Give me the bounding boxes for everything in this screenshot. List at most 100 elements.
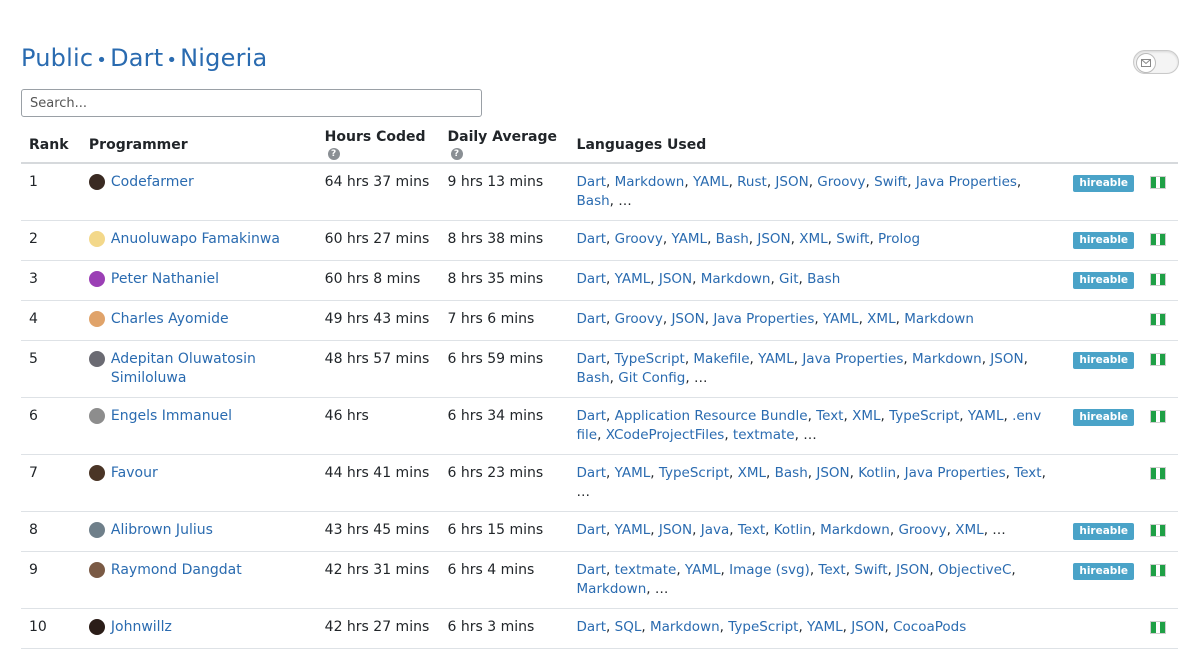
language-link[interactable]: YAML [671, 231, 707, 247]
programmer-name-link[interactable]: Engels Immanuel [111, 407, 232, 426]
language-link[interactable]: JSON [659, 522, 692, 538]
avatar[interactable] [88, 522, 105, 538]
language-link[interactable]: XML [955, 522, 983, 538]
language-link[interactable]: JSON [659, 271, 692, 287]
language-link[interactable]: Dart [577, 311, 607, 327]
language-link[interactable]: YAML [615, 271, 651, 287]
language-link[interactable]: Java Properties [916, 174, 1017, 190]
language-link[interactable]: Java Properties [905, 465, 1006, 481]
language-link[interactable]: TypeScript [615, 351, 685, 367]
language-link[interactable]: Text [818, 562, 845, 578]
language-link[interactable]: Git [779, 271, 799, 287]
language-link[interactable]: Bash [807, 271, 840, 287]
language-link[interactable]: ObjectiveC [938, 562, 1011, 578]
language-link[interactable]: Markdown [615, 174, 685, 190]
programmer-name-link[interactable]: Adepitan Oluwatosin Similoluwa [111, 350, 309, 388]
help-icon[interactable]: ? [450, 148, 463, 160]
language-link[interactable]: Bash [577, 370, 610, 386]
programmer-name-link[interactable]: Raymond Dangdat [111, 561, 242, 580]
language-link[interactable]: TypeScript [728, 619, 798, 635]
language-link[interactable]: Dart [577, 619, 607, 635]
language-link[interactable]: YAML [823, 311, 859, 327]
language-link[interactable]: TypeScript [889, 408, 959, 424]
language-link[interactable]: JSON [775, 174, 808, 190]
language-link[interactable]: Image (svg) [729, 562, 810, 578]
language-link[interactable]: Swift [836, 231, 869, 247]
language-link[interactable]: JSON [816, 465, 849, 481]
language-link[interactable]: Groovy [898, 522, 946, 538]
language-link[interactable]: Git Config [618, 370, 685, 386]
language-link[interactable]: Text [738, 522, 765, 538]
avatar[interactable] [88, 619, 105, 635]
language-link[interactable]: Bash [775, 465, 808, 481]
language-link[interactable]: Bash [716, 231, 749, 247]
language-link[interactable]: Dart [577, 231, 607, 247]
language-link[interactable]: JSON [851, 619, 884, 635]
programmer-name-link[interactable]: Johnwillz [111, 618, 172, 637]
language-link[interactable]: YAML [685, 562, 721, 578]
language-link[interactable]: YAML [693, 174, 729, 190]
language-link[interactable]: Prolog [878, 231, 920, 247]
language-link[interactable]: Markdown [577, 581, 647, 597]
language-link[interactable]: Markdown [912, 351, 982, 367]
language-link[interactable]: Application Resource Bundle [615, 408, 808, 424]
programmer-name-link[interactable]: Peter Nathaniel [111, 270, 219, 289]
language-link[interactable]: YAML [758, 351, 794, 367]
language-link[interactable]: Dart [577, 465, 607, 481]
language-link[interactable]: textmate [615, 562, 677, 578]
language-link[interactable]: JSON [671, 311, 704, 327]
language-link[interactable]: SQL [615, 619, 642, 635]
programmer-name-link[interactable]: Anuoluwapo Famakinwa [111, 230, 280, 249]
language-link[interactable]: textmate [733, 427, 795, 443]
language-link[interactable]: YAML [968, 408, 1004, 424]
help-icon[interactable]: ? [327, 148, 340, 160]
search-input[interactable] [21, 89, 482, 117]
email-toggle[interactable] [1133, 50, 1179, 74]
language-link[interactable]: Groovy [817, 174, 865, 190]
language-link[interactable]: Java Properties [802, 351, 903, 367]
language-link[interactable]: Text [1014, 465, 1041, 481]
avatar[interactable] [88, 271, 105, 287]
language-link[interactable]: Text [816, 408, 843, 424]
language-link[interactable]: Markdown [650, 619, 720, 635]
language-link[interactable]: Java [701, 522, 730, 538]
language-link[interactable]: Rust [737, 174, 767, 190]
breadcrumb-country[interactable]: Nigeria [180, 44, 267, 72]
language-link[interactable]: Makefile [693, 351, 749, 367]
language-link[interactable]: XML [738, 465, 766, 481]
avatar[interactable] [88, 311, 105, 327]
language-link[interactable]: JSON [757, 231, 790, 247]
language-link[interactable]: Markdown [701, 271, 771, 287]
language-link[interactable]: YAML [615, 465, 651, 481]
avatar[interactable] [88, 231, 105, 247]
language-link[interactable]: Java Properties [713, 311, 814, 327]
language-link[interactable]: Markdown [904, 311, 974, 327]
language-link[interactable]: XML [799, 231, 827, 247]
programmer-name-link[interactable]: Favour [111, 464, 158, 483]
language-link[interactable]: TypeScript [659, 465, 729, 481]
language-link[interactable]: Swift [854, 562, 887, 578]
language-link[interactable]: Groovy [615, 231, 663, 247]
language-link[interactable]: Dart [577, 522, 607, 538]
language-link[interactable]: Kotlin [774, 522, 812, 538]
language-link[interactable]: Dart [577, 408, 607, 424]
breadcrumb-public[interactable]: Public [21, 44, 93, 72]
programmer-name-link[interactable]: Alibrown Julius [111, 521, 213, 540]
language-link[interactable]: Bash [577, 193, 610, 209]
language-link[interactable]: Markdown [820, 522, 890, 538]
language-link[interactable]: Dart [577, 271, 607, 287]
language-link[interactable]: CocoaPods [893, 619, 966, 635]
programmer-name-link[interactable]: Charles Ayomide [111, 310, 229, 329]
avatar[interactable] [88, 174, 105, 190]
language-link[interactable]: YAML [807, 619, 843, 635]
language-link[interactable]: Dart [577, 351, 607, 367]
language-link[interactable]: Kotlin [858, 465, 896, 481]
language-link[interactable]: XCodeProjectFiles [606, 427, 725, 443]
avatar[interactable] [88, 408, 105, 424]
language-link[interactable]: XML [867, 311, 895, 327]
language-link[interactable]: Dart [577, 562, 607, 578]
language-link[interactable]: YAML [615, 522, 651, 538]
programmer-name-link[interactable]: Codefarmer [111, 173, 194, 192]
avatar[interactable] [88, 351, 105, 367]
language-link[interactable]: JSON [896, 562, 929, 578]
